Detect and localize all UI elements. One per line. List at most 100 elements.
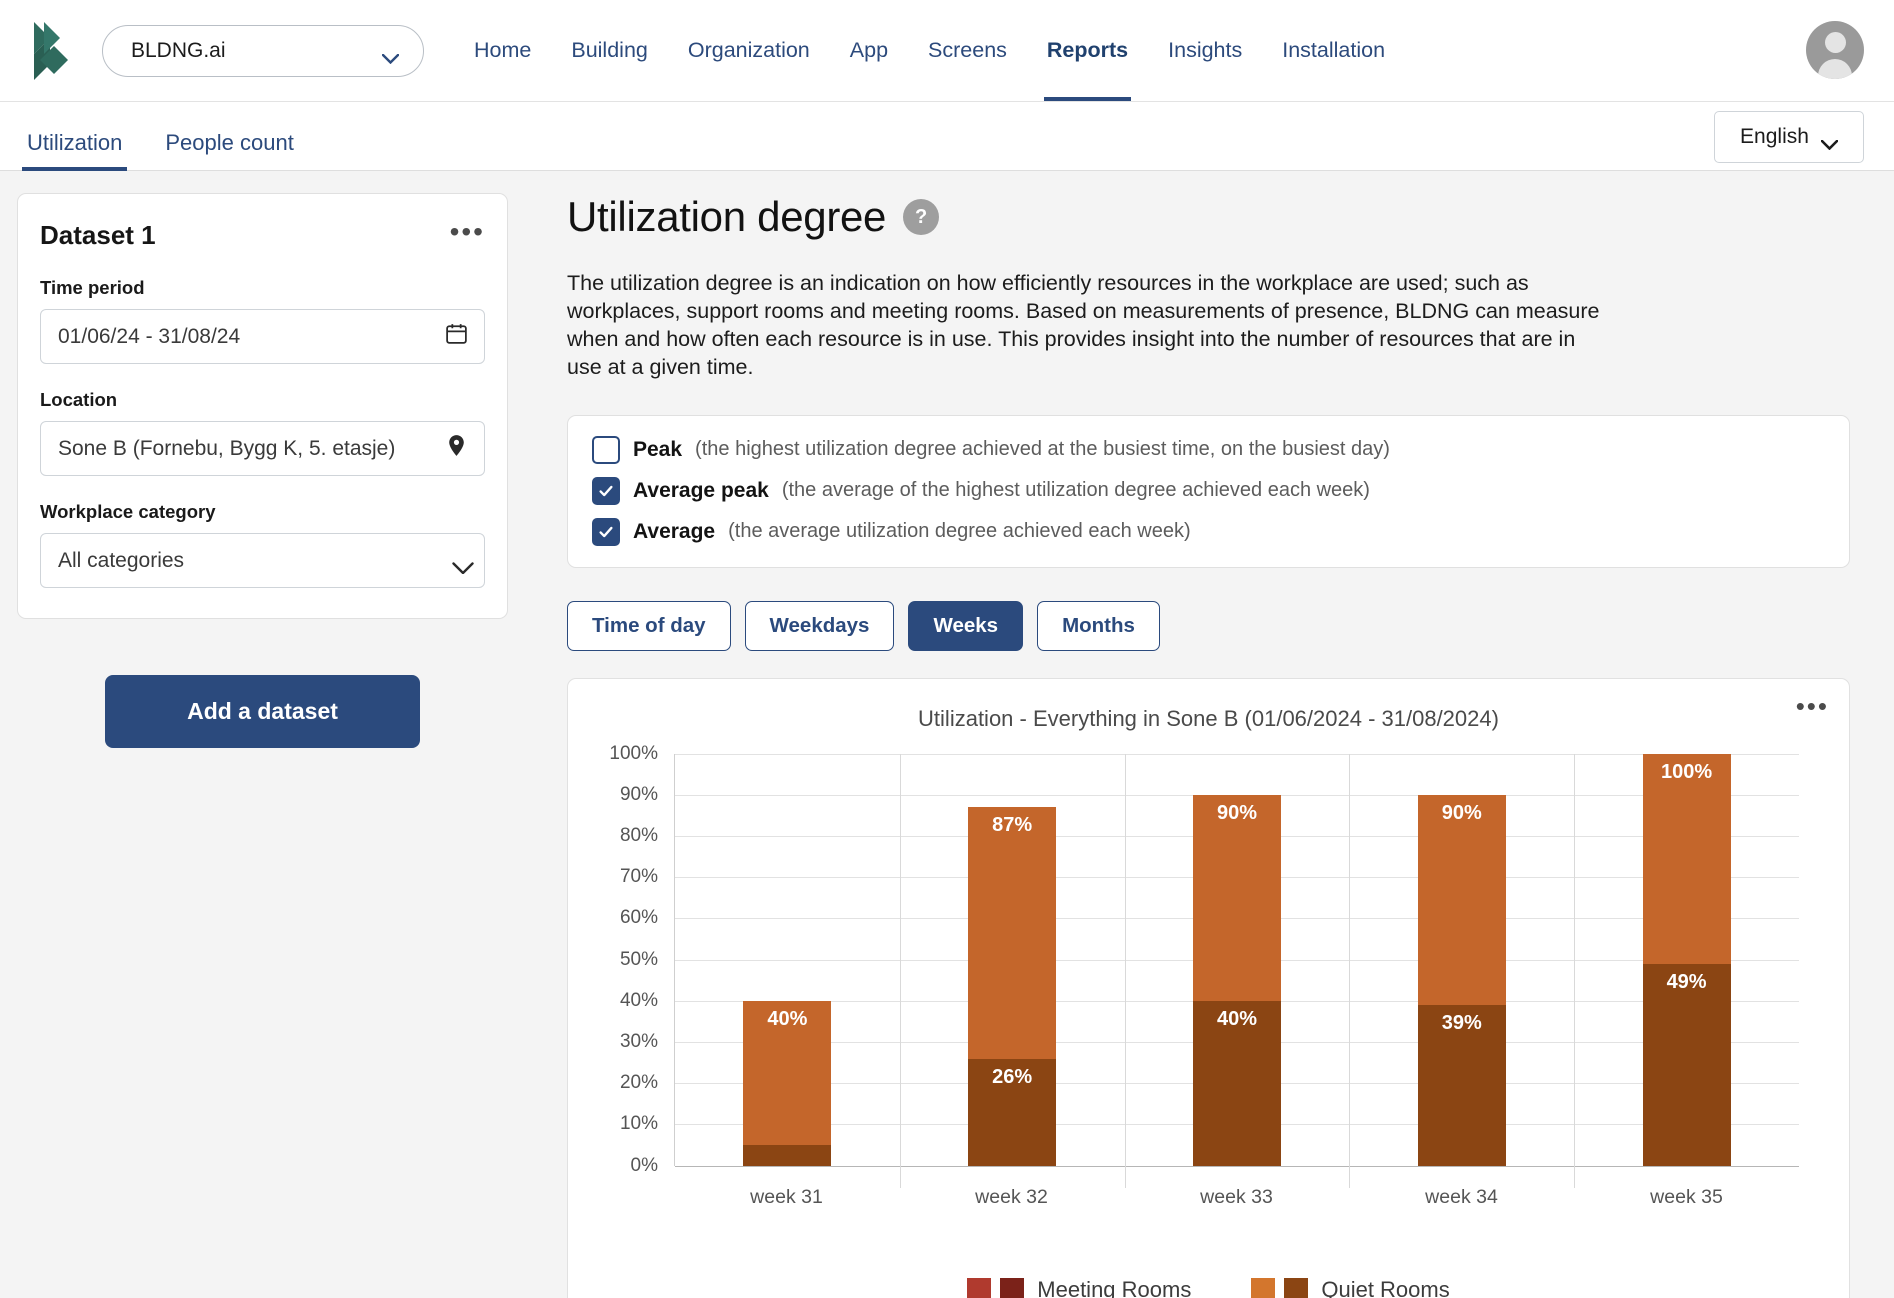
tab-time-of-day[interactable]: Time of day	[567, 600, 731, 651]
bar-slot: 90% 39%	[1349, 754, 1574, 1166]
y-axis-tick: 60%	[619, 907, 658, 929]
top-navigation-bar: BLDNG.ai Home Building Organization App …	[0, 0, 1894, 101]
metric-label-average-peak: Average peak	[633, 478, 769, 502]
legend-swatch	[1284, 1277, 1309, 1298]
y-axis-tick: 0%	[630, 1154, 658, 1176]
y-axis-tick: 40%	[619, 989, 658, 1011]
user-avatar-icon[interactable]	[1806, 21, 1864, 79]
nav-link-insights[interactable]: Insights	[1148, 0, 1262, 101]
metric-row-average-peak[interactable]: Average peak (the average of the highest…	[592, 476, 1825, 505]
checkbox-peak[interactable]	[592, 435, 620, 464]
checkbox-average-peak[interactable]	[592, 476, 620, 505]
stacked-bar[interactable]: 90% 39%	[1417, 794, 1506, 1166]
question-mark-icon[interactable]: ?	[903, 199, 940, 235]
sidebar: Dataset 1 ••• Time period 01/06/24 - 31/…	[0, 193, 508, 1297]
main-nav-links: Home Building Organization App Screens R…	[454, 0, 1405, 101]
bar-segment[interactable]: 49%	[1642, 963, 1731, 1166]
chart-card: ••• Utilization - Everything in Sone B (…	[567, 677, 1850, 1298]
nav-link-building[interactable]: Building	[551, 0, 668, 101]
location-input[interactable]: Sone B (Fornebu, Bygg K, 5. etasje)	[40, 421, 485, 476]
x-axis-tick: week 33	[1200, 1185, 1273, 1208]
bar-segment[interactable]: 90%	[1417, 794, 1506, 1005]
chart-title: Utilization - Everything in Sone B (01/0…	[918, 705, 1499, 731]
y-axis-tick: 100%	[609, 742, 658, 764]
metric-hint-peak: (the highest utilization degree achieved…	[695, 438, 1390, 461]
organization-selector[interactable]: BLDNG.ai	[102, 24, 424, 77]
bar-segment[interactable]: 100%	[1642, 753, 1731, 964]
bar-value-label: 100%	[1661, 760, 1713, 783]
metric-row-peak[interactable]: Peak (the highest utilization degree ach…	[592, 435, 1825, 464]
bar-segment[interactable]	[743, 1145, 832, 1166]
sub-tab-utilization[interactable]: Utilization	[22, 130, 128, 171]
legend-swatch	[1251, 1277, 1276, 1298]
stacked-bar[interactable]: 90% 40%	[1192, 794, 1281, 1166]
x-axis-tick: week 31	[750, 1185, 823, 1208]
calendar-icon[interactable]	[444, 321, 469, 352]
sub-tab-people-count[interactable]: People count	[160, 130, 298, 170]
granularity-tabs: Time of day Weekdays Weeks Months	[567, 600, 1850, 651]
bar-segment[interactable]: 40%	[743, 1000, 832, 1146]
ellipsis-icon[interactable]: •••	[450, 217, 485, 246]
bar-value-label: 26%	[992, 1065, 1033, 1088]
metric-label-average: Average	[633, 519, 716, 543]
y-axis-tick: 10%	[619, 1113, 658, 1135]
bar-segment[interactable]: 26%	[968, 1058, 1057, 1166]
bar-slot: 40%	[675, 754, 900, 1166]
nav-link-reports[interactable]: Reports	[1027, 0, 1148, 101]
bar-value-label: 39%	[1441, 1011, 1482, 1034]
bldng-logo-icon[interactable]	[30, 20, 76, 82]
bar-value-label: 87%	[992, 814, 1033, 837]
page-description: The utilization degree is an indication …	[567, 271, 1600, 380]
tab-weeks[interactable]: Weeks	[908, 600, 1024, 651]
bar-segment[interactable]: 87%	[968, 807, 1057, 1059]
location-value: Sone B (Fornebu, Bygg K, 5. etasje)	[58, 436, 396, 460]
stacked-bar[interactable]: 40%	[743, 1000, 832, 1166]
plot-grid: 40% 87% 26% 90% 40% 90% 39% 100% 49%	[674, 753, 1799, 1188]
stacked-bar[interactable]: 87% 26%	[968, 807, 1057, 1166]
bar-slot: 100% 49%	[1574, 753, 1799, 1166]
checkbox-average[interactable]	[592, 517, 620, 546]
bar-segment[interactable]: 90%	[1192, 794, 1281, 1001]
y-axis-tick: 50%	[619, 948, 658, 970]
x-axis-labels: week 31 week 32 week 33 week 34 week 35	[674, 1186, 1799, 1209]
tab-months[interactable]: Months	[1037, 600, 1160, 651]
metric-hint-average-peak: (the average of the highest utilization …	[781, 479, 1370, 502]
y-axis-tick: 20%	[619, 1072, 658, 1094]
bar-slot: 90% 40%	[1125, 754, 1350, 1166]
nav-link-screens[interactable]: Screens	[908, 0, 1027, 101]
y-axis-tick: 70%	[619, 866, 658, 888]
dataset-title: Dataset 1	[40, 220, 156, 250]
metric-row-average[interactable]: Average (the average utilization degree …	[592, 517, 1825, 546]
dataset-card-header: Dataset 1 •••	[40, 217, 485, 251]
bar-segment[interactable]: 39%	[1417, 1004, 1506, 1166]
add-dataset-button[interactable]: Add a dataset	[105, 675, 420, 748]
chart-legend: Meeting Rooms Quiet Rooms	[568, 1277, 1849, 1298]
page-body: Dataset 1 ••• Time period 01/06/24 - 31/…	[0, 171, 1894, 1298]
main-content: Utilization degree ? The utilization deg…	[508, 193, 1894, 1298]
workplace-category-value: All categories	[58, 548, 185, 572]
x-axis-tick: week 35	[1650, 1185, 1723, 1208]
location-label: Location	[40, 389, 118, 410]
time-period-input[interactable]: 01/06/24 - 31/08/24	[40, 309, 485, 364]
legend-label: Meeting Rooms	[1037, 1276, 1192, 1298]
grid-line	[675, 1165, 1799, 1167]
bar-value-label: 90%	[1441, 801, 1482, 824]
tab-weekdays[interactable]: Weekdays	[744, 600, 895, 651]
legend-item[interactable]: Quiet Rooms	[1251, 1277, 1450, 1298]
page-title-row: Utilization degree ?	[567, 193, 1850, 241]
map-pin-icon[interactable]	[444, 433, 469, 464]
y-axis-tick: 30%	[619, 1031, 658, 1053]
language-selector[interactable]: English	[1714, 111, 1864, 163]
legend-item[interactable]: Meeting Rooms	[967, 1277, 1191, 1298]
ellipsis-icon[interactable]: •••	[1796, 691, 1829, 722]
nav-link-home[interactable]: Home	[454, 0, 551, 101]
nav-link-installation[interactable]: Installation	[1262, 0, 1405, 101]
bar-segment[interactable]: 40%	[1192, 1000, 1281, 1166]
stacked-bar[interactable]: 100% 49%	[1642, 753, 1731, 1166]
bar-slot: 87% 26%	[900, 754, 1125, 1166]
workplace-category-select[interactable]: All categories	[40, 533, 485, 588]
legend-swatch	[967, 1277, 992, 1298]
nav-link-app[interactable]: App	[830, 0, 908, 101]
nav-link-organization[interactable]: Organization	[668, 0, 830, 101]
y-axis-tick: 80%	[619, 825, 658, 847]
